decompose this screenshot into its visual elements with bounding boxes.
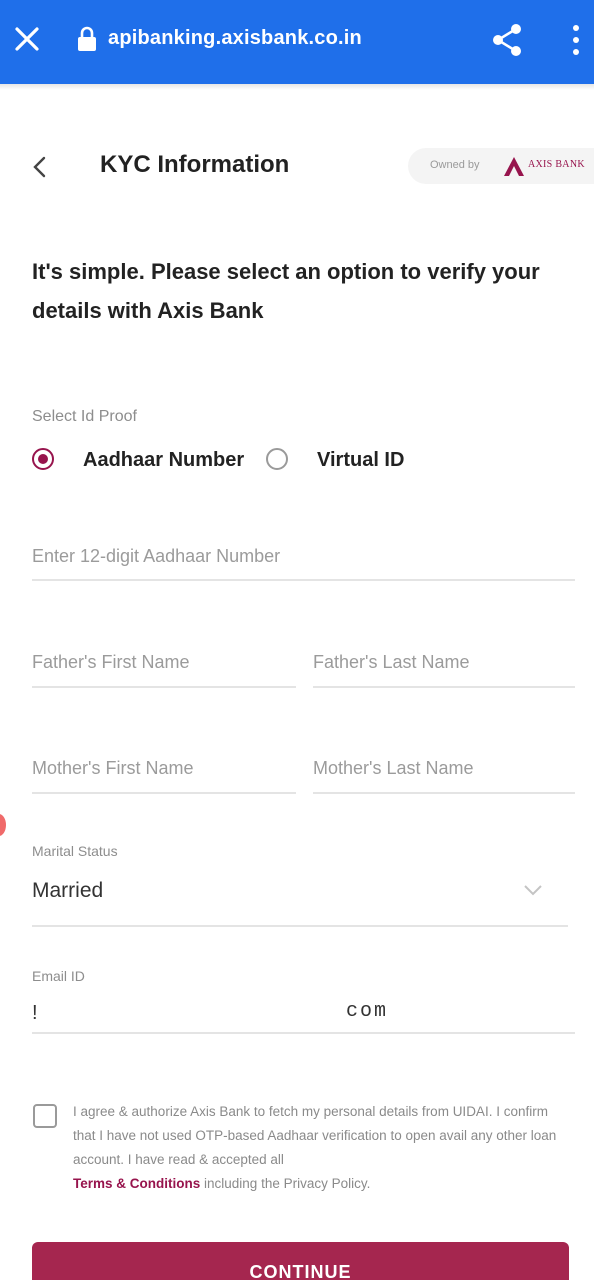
email-input-end[interactable]: com — [346, 1000, 388, 1023]
toolbar-shadow — [0, 84, 594, 90]
marital-status-select[interactable]: Married — [32, 879, 103, 903]
father-first-name-input[interactable]: Father's First Name — [32, 652, 189, 673]
aadhaar-input-underline — [32, 579, 575, 581]
owned-by-badge: Owned by AXIS BANK — [408, 148, 594, 184]
close-icon[interactable] — [12, 24, 42, 54]
consent-body: I agree & authorize Axis Bank to fetch m… — [73, 1104, 557, 1167]
floating-indicator — [0, 814, 6, 836]
father-last-underline — [313, 686, 575, 688]
kyc-page: apibanking.axisbank.co.in KYC Informatio… — [0, 0, 594, 1280]
consent-checkbox[interactable] — [33, 1104, 57, 1128]
father-last-name-input[interactable]: Father's Last Name — [313, 652, 470, 673]
lock-icon — [78, 26, 96, 51]
virtual-id-radio[interactable] — [266, 448, 288, 470]
marital-status-underline — [32, 925, 568, 927]
id-proof-label: Select Id Proof — [32, 408, 137, 425]
consent-text: I agree & authorize Axis Bank to fetch m… — [73, 1100, 573, 1196]
axis-bank-logo-icon — [504, 157, 524, 176]
aadhaar-radio-label[interactable]: Aadhaar Number — [83, 449, 244, 472]
page-title: KYC Information — [100, 151, 290, 178]
continue-button[interactable]: CONTINUE — [32, 1242, 569, 1280]
email-label: Email ID — [32, 968, 85, 984]
terms-link[interactable]: Terms & Conditions — [73, 1176, 200, 1191]
email-underline — [32, 1032, 575, 1034]
father-first-underline — [32, 686, 296, 688]
mother-first-name-input[interactable]: Mother's First Name — [32, 758, 193, 779]
chevron-down-icon[interactable] — [522, 882, 544, 898]
browser-toolbar: apibanking.axisbank.co.in — [0, 0, 594, 84]
owned-by-label: Owned by — [430, 159, 480, 171]
more-options-icon[interactable] — [566, 22, 586, 58]
marital-status-label: Marital Status — [32, 843, 118, 859]
aadhaar-radio[interactable] — [32, 448, 54, 470]
mother-last-name-input[interactable]: Mother's Last Name — [313, 758, 474, 779]
back-arrow-icon[interactable] — [28, 152, 52, 182]
address-bar-url[interactable]: apibanking.axisbank.co.in — [108, 27, 362, 50]
mother-first-underline — [32, 792, 296, 794]
email-input-start[interactable]: ! — [32, 1002, 38, 1025]
consent-suffix: including the Privacy Policy. — [204, 1176, 371, 1191]
intro-text: It's simple. Please select an option to … — [32, 259, 540, 323]
aadhaar-number-input[interactable]: Enter 12-digit Aadhaar Number — [32, 546, 280, 567]
virtual-id-radio-label[interactable]: Virtual ID — [317, 449, 404, 472]
mother-last-underline — [313, 792, 575, 794]
brand-name: AXIS BANK — [528, 159, 585, 170]
share-icon[interactable] — [490, 22, 524, 58]
